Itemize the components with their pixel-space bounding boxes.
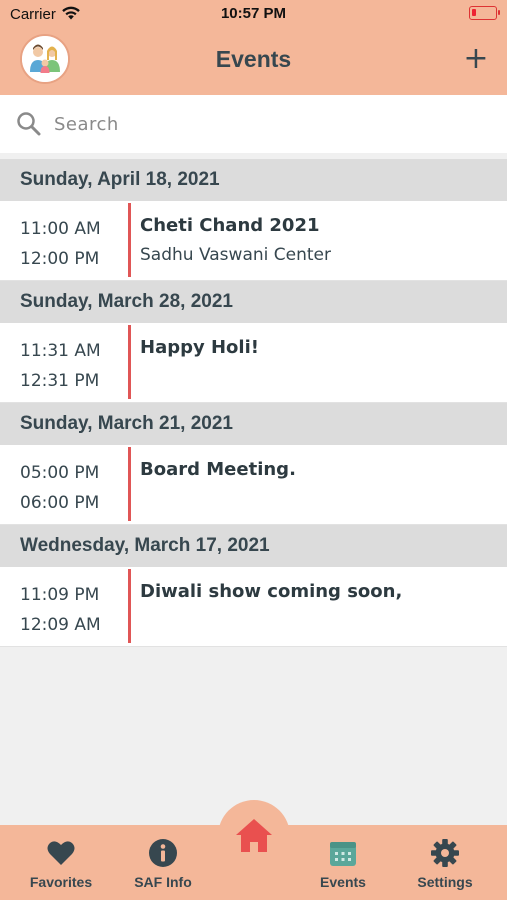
event-times: 11:00 AM 12:00 PM [20,214,101,274]
event-times: 11:09 PM 12:09 AM [20,580,101,640]
event-row[interactable]: 05:00 PM 06:00 PM Board Meeting. [0,445,507,525]
tab-favorites[interactable]: Favorites [11,838,111,890]
gear-icon [431,839,459,867]
event-start-time: 11:31 AM [20,341,101,361]
section-header: Wednesday, March 17, 2021 [0,525,507,567]
event-title: Board Meeting. [140,459,296,480]
event-start-time: 05:00 PM [20,463,100,483]
status-bar: Carrier 10:57 PM [0,0,507,28]
section-header: Sunday, March 28, 2021 [0,281,507,323]
events-list: Sunday, April 18, 2021 11:00 AM 12:00 PM… [0,159,507,647]
event-accent-bar [128,447,131,521]
section-header: Sunday, March 21, 2021 [0,403,507,445]
status-time: 10:57 PM [220,5,287,22]
event-end-time: 06:00 PM [20,493,100,513]
event-row[interactable]: 11:00 AM 12:00 PM Cheti Chand 2021 Sadhu… [0,201,507,281]
event-start-time: 11:00 AM [20,219,101,239]
event-end-time: 12:31 PM [20,371,100,391]
tab-label: Settings [417,874,473,890]
event-times: 11:31 AM 12:31 PM [20,336,101,396]
event-end-time: 12:09 AM [20,615,101,635]
event-accent-bar [128,203,131,277]
heart-icon [47,841,75,865]
tab-saf-info[interactable]: SAF Info [113,838,213,890]
event-location: Sadhu Vaswani Center [140,245,331,265]
calendar-icon [330,842,356,866]
tab-settings[interactable]: Settings [395,838,495,890]
tab-label: Favorites [29,874,93,890]
event-end-time: 12:00 PM [20,249,100,269]
search-icon [17,112,41,136]
event-title: Diwali show coming soon, [140,581,403,602]
event-title: Cheti Chand 2021 [140,215,320,236]
home-icon [236,819,272,852]
page-title: Events [215,46,292,72]
event-row[interactable]: 11:09 PM 12:09 AM Diwali show coming soo… [0,567,507,647]
tab-home[interactable] [234,816,274,856]
event-accent-bar [128,325,131,399]
info-icon [149,839,177,867]
event-times: 05:00 PM 06:00 PM [20,458,99,518]
search-input[interactable] [54,109,484,139]
section-header: Sunday, April 18, 2021 [0,159,507,201]
add-event-button[interactable]: + [463,44,489,74]
event-title: Happy Holi! [140,337,259,358]
event-start-time: 11:09 PM [20,585,100,605]
tab-label: Events [320,874,366,890]
search-bar [0,95,507,153]
event-row[interactable]: 11:31 AM 12:31 PM Happy Holi! [0,323,507,403]
event-accent-bar [128,569,131,643]
tab-events[interactable]: Events [293,838,393,890]
tab-label: SAF Info [134,874,192,890]
battery-icon [469,6,500,20]
